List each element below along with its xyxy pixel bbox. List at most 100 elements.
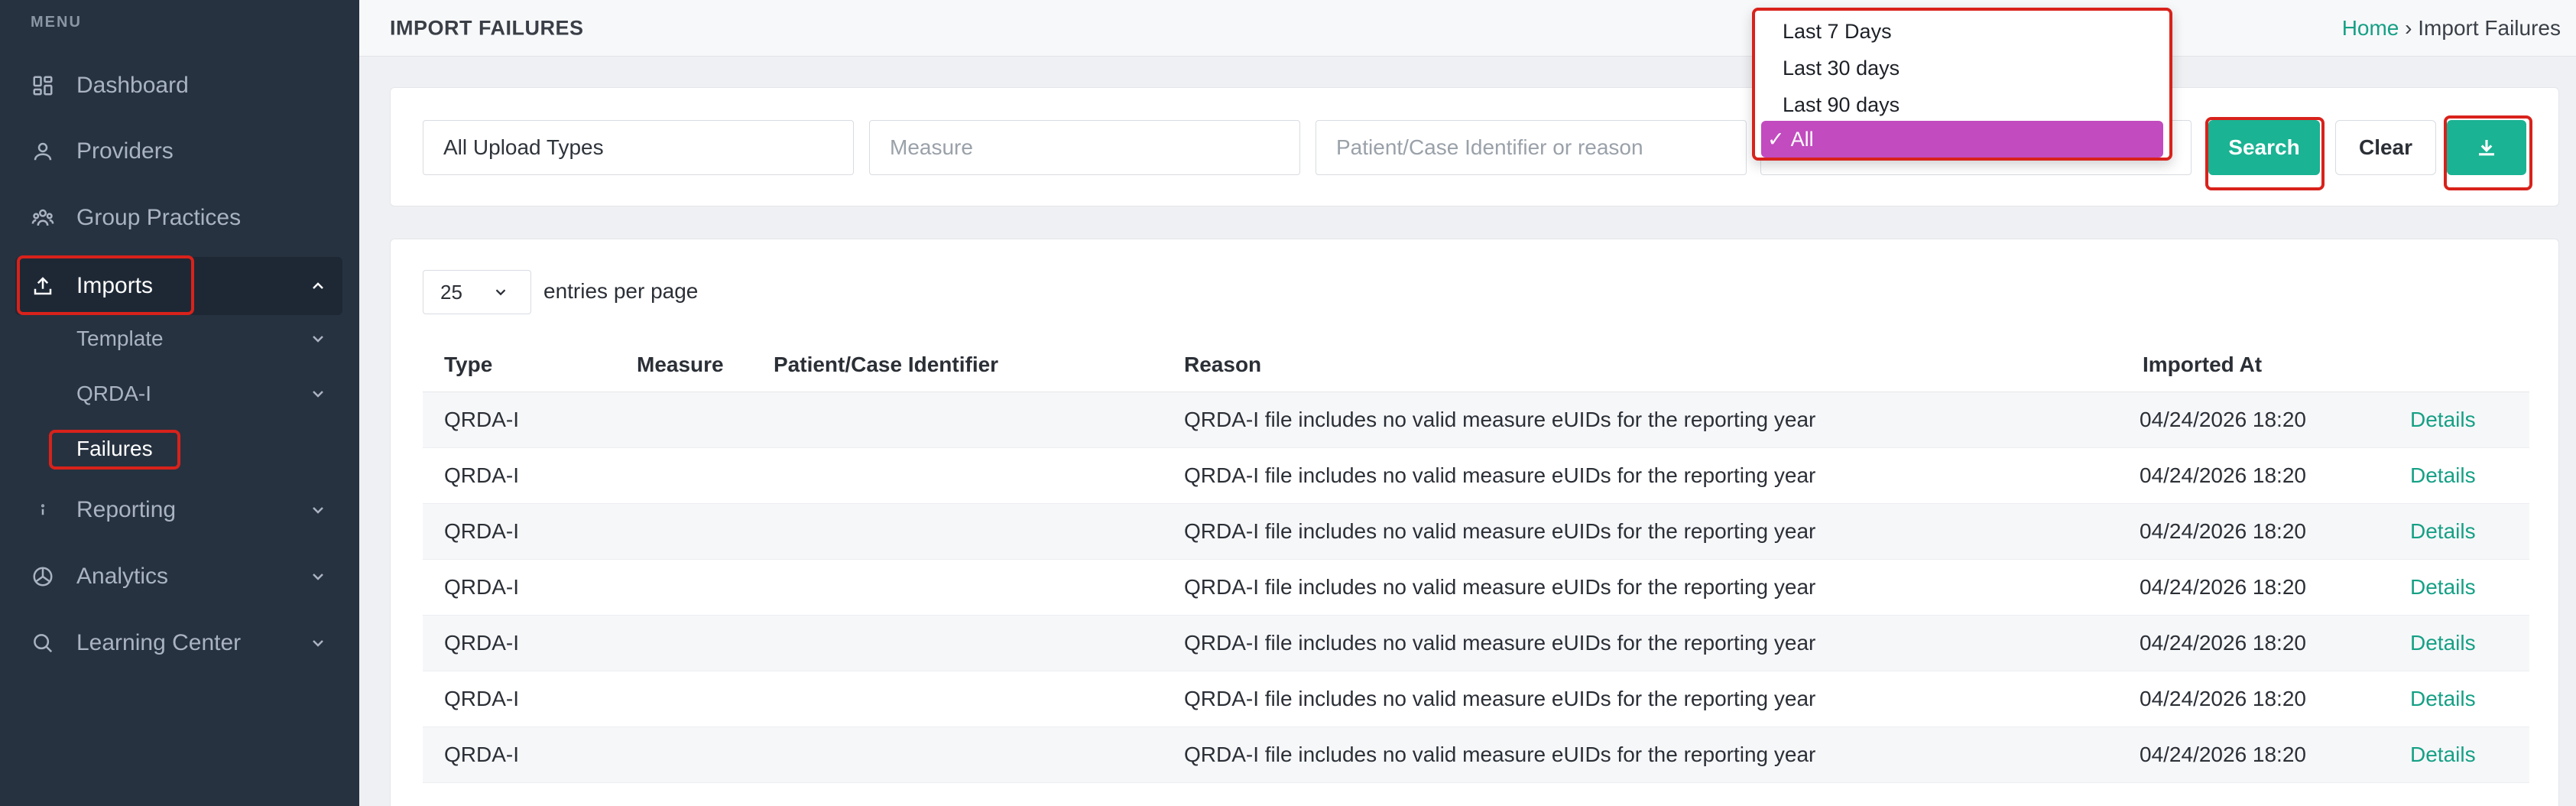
per-page-select[interactable]: 25 <box>423 270 531 314</box>
dashboard-icon <box>31 73 55 98</box>
date-option-all-label: All <box>1790 127 1814 151</box>
clear-button[interactable]: Clear <box>2335 120 2436 175</box>
cell-imported-at: 04/24/2026 18:20 <box>2140 408 2306 431</box>
sidebar-item-group-practices[interactable]: Group Practices <box>15 189 342 247</box>
cell-imported-at: 04/24/2026 18:20 <box>2140 687 2306 710</box>
sidebar-item-analytics[interactable]: Analytics <box>15 548 342 606</box>
table-card: 25 entries per page Type Measure Patient… <box>390 239 2559 806</box>
sidebar-subitem-label: QRDA-I <box>76 382 151 405</box>
top-bar: IMPORT FAILURES Home › Import Failures <box>359 0 2576 57</box>
cell-reason: QRDA-I file includes no valid measure eU… <box>1184 631 1816 655</box>
cell-type: QRDA-I <box>444 631 519 655</box>
table-header-row: Type Measure Patient/Case Identifier Rea… <box>423 337 2529 392</box>
identifier-placeholder: Patient/Case Identifier or reason <box>1336 135 1643 159</box>
column-header-measure[interactable]: Measure <box>637 353 724 377</box>
table-row: QRDA-I QRDA-I file includes no valid meas… <box>423 727 2529 783</box>
sidebar: MENU Dashboard Providers Group Practices… <box>0 0 359 806</box>
sidebar-subitem-label: Template <box>76 327 164 350</box>
identifier-input[interactable]: Patient/Case Identifier or reason <box>1316 120 1747 175</box>
menu-heading: MENU <box>31 14 82 31</box>
user-icon <box>31 139 55 164</box>
download-button[interactable] <box>2447 120 2526 175</box>
download-icon <box>2475 136 2498 159</box>
details-link[interactable]: Details <box>2410 687 2476 711</box>
clear-button-label: Clear <box>2358 135 2413 159</box>
details-link[interactable]: Details <box>2410 631 2476 655</box>
table-row: QRDA-I QRDA-I file includes no valid meas… <box>423 671 2529 727</box>
date-range-dropdown: Last 7 Days Last 30 days Last 90 days ✓ … <box>1752 8 2172 161</box>
cell-reason: QRDA-I file includes no valid measure eU… <box>1184 575 1816 599</box>
app-root: MENU Dashboard Providers Group Practices… <box>0 0 2576 806</box>
date-option-last-7-days[interactable]: Last 7 Days <box>1783 20 1892 44</box>
cell-type: QRDA-I <box>444 743 519 766</box>
upload-icon <box>31 274 55 298</box>
search-button[interactable]: Search <box>2208 120 2320 175</box>
cell-imported-at: 04/24/2026 18:20 <box>2140 743 2306 766</box>
details-link[interactable]: Details <box>2410 408 2476 432</box>
measure-placeholder: Measure <box>890 135 973 159</box>
cell-reason: QRDA-I file includes no valid measure eU… <box>1184 463 1816 487</box>
chevron-down-icon <box>309 330 327 348</box>
cell-reason: QRDA-I file includes no valid measure eU… <box>1184 743 1816 766</box>
table-row: QRDA-I QRDA-I file includes no valid meas… <box>423 560 2529 616</box>
cell-imported-at: 04/24/2026 18:20 <box>2140 575 2306 599</box>
search-icon <box>31 631 55 655</box>
search-button-label: Search <box>2228 135 2300 159</box>
upload-type-select[interactable]: All Upload Types <box>423 120 854 175</box>
breadcrumb-home-link[interactable]: Home <box>2342 16 2399 40</box>
chevron-down-icon <box>309 385 327 403</box>
column-header-reason[interactable]: Reason <box>1184 353 1261 377</box>
cell-imported-at: 04/24/2026 18:20 <box>2140 519 2306 543</box>
sidebar-item-label: Dashboard <box>76 73 189 98</box>
sidebar-subitem-template[interactable]: Template <box>15 314 342 363</box>
filter-card: All Upload Types Measure Patient/Case Id… <box>390 87 2559 206</box>
details-link[interactable]: Details <box>2410 463 2476 488</box>
date-option-last-30-days[interactable]: Last 30 days <box>1783 57 1900 80</box>
sidebar-subitem-qrda-i[interactable]: QRDA-I <box>15 369 342 418</box>
sidebar-item-providers[interactable]: Providers <box>15 122 342 180</box>
details-link[interactable]: Details <box>2410 575 2476 600</box>
table-row: QRDA-I QRDA-I file includes no valid meas… <box>423 448 2529 504</box>
per-page-label: entries per page <box>543 279 699 303</box>
sidebar-item-dashboard[interactable]: Dashboard <box>15 57 342 115</box>
sidebar-item-reporting[interactable]: Reporting <box>15 481 342 539</box>
check-icon: ✓ <box>1767 127 1785 151</box>
cell-type: QRDA-I <box>444 408 519 431</box>
per-page-value: 25 <box>440 280 462 304</box>
sidebar-item-label: Reporting <box>76 497 177 522</box>
cell-type: QRDA-I <box>444 687 519 710</box>
column-header-imported-at[interactable]: Imported At <box>2143 353 2262 377</box>
chevron-down-icon <box>309 501 327 519</box>
date-option-last-90-days[interactable]: Last 90 days <box>1783 93 1900 117</box>
sidebar-item-label: Learning Center <box>76 630 242 655</box>
column-header-identifier[interactable]: Patient/Case Identifier <box>774 353 998 377</box>
sidebar-item-label: Group Practices <box>76 205 242 230</box>
sidebar-item-imports[interactable]: Imports <box>15 257 342 315</box>
cell-type: QRDA-I <box>444 575 519 599</box>
column-header-type[interactable]: Type <box>444 353 492 377</box>
sidebar-item-label: Analytics <box>76 564 169 589</box>
chevron-down-icon <box>309 567 327 586</box>
table-row: QRDA-I QRDA-I file includes no valid meas… <box>423 504 2529 560</box>
breadcrumb-current: Import Failures <box>2418 15 2561 40</box>
table-row: QRDA-I QRDA-I file includes no valid meas… <box>423 616 2529 671</box>
sidebar-subitem-label: Failures <box>76 437 153 460</box>
table-row: QRDA-I QRDA-I file includes no valid meas… <box>423 392 2529 448</box>
date-option-all[interactable]: ✓ All <box>1761 121 2163 158</box>
sidebar-item-label: Imports <box>76 273 154 298</box>
sidebar-item-label: Providers <box>76 138 174 164</box>
breadcrumb-separator: › <box>2399 15 2419 40</box>
chevron-down-icon <box>309 634 327 652</box>
sidebar-item-learning-center[interactable]: Learning Center <box>15 614 342 672</box>
cell-reason: QRDA-I file includes no valid measure eU… <box>1184 408 1816 431</box>
measure-input[interactable]: Measure <box>869 120 1300 175</box>
cell-imported-at: 04/24/2026 18:20 <box>2140 631 2306 655</box>
cell-type: QRDA-I <box>444 463 519 487</box>
cell-imported-at: 04/24/2026 18:20 <box>2140 463 2306 487</box>
chart-pie-icon <box>31 564 55 589</box>
details-link[interactable]: Details <box>2410 519 2476 544</box>
cell-type: QRDA-I <box>444 519 519 543</box>
sidebar-subitem-failures[interactable]: Failures <box>15 424 342 473</box>
chevron-up-icon <box>309 277 327 295</box>
details-link[interactable]: Details <box>2410 743 2476 767</box>
